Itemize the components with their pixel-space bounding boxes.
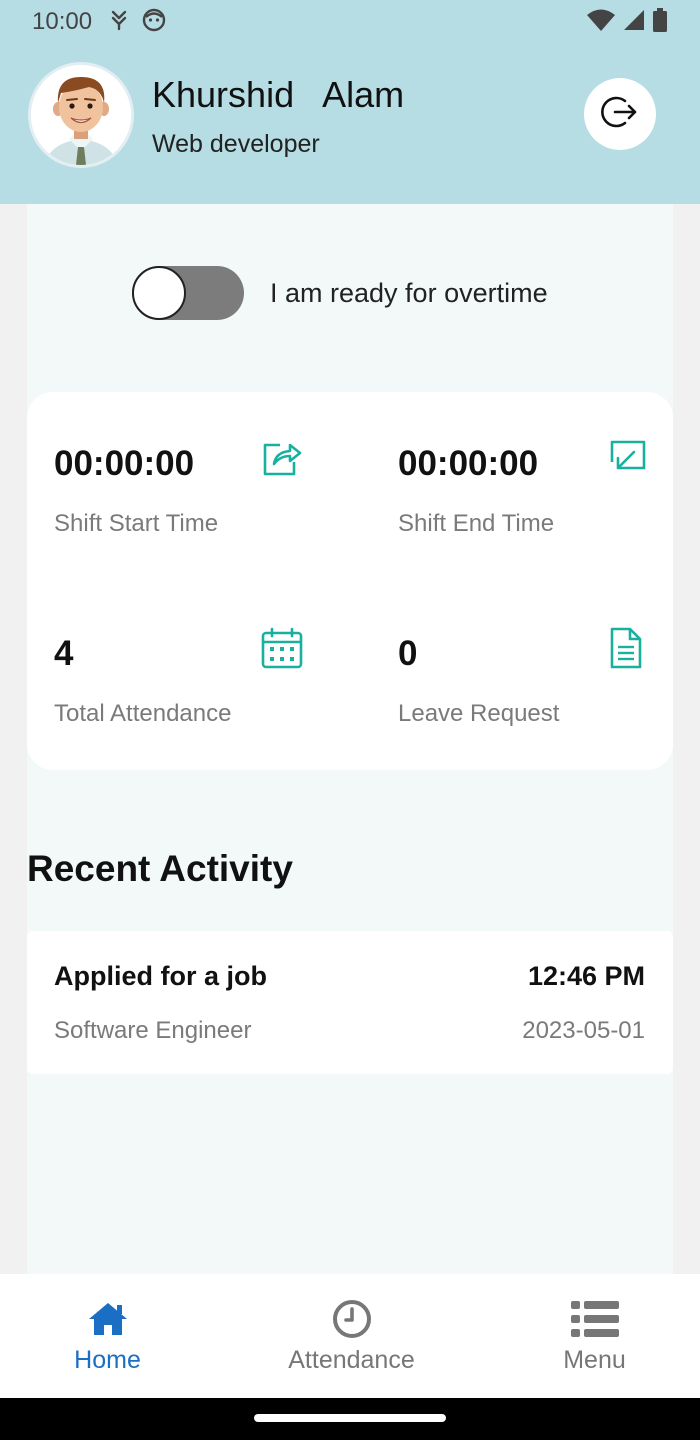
- stat-shift-start[interactable]: 00:00:00 Shift Start Time: [54, 443, 334, 564]
- nav-label: Menu: [563, 1346, 626, 1374]
- stat-shift-end[interactable]: 00:00:00 Shift End Time: [398, 440, 678, 564]
- user-last-name: Alam: [322, 74, 405, 115]
- status-bar: 10:00: [0, 0, 700, 44]
- battery-icon: [652, 7, 668, 38]
- overtime-toggle[interactable]: [132, 266, 244, 320]
- status-time: 10:00: [32, 8, 93, 35]
- recent-activity-title: Recent Activity: [27, 848, 293, 889]
- stat-total-attendance[interactable]: 4 Total Attendance: [54, 627, 334, 754]
- stat-value: 00:00:00: [398, 444, 539, 483]
- activity-time: 12:46 PM: [527, 961, 645, 991]
- nav-home[interactable]: Home: [0, 1274, 224, 1398]
- user-first-name: Khurshid: [152, 74, 295, 115]
- share-in-icon: [604, 436, 648, 480]
- status-right-icons: [586, 7, 668, 38]
- bottom-nav: Home Attendance Menu: [0, 1274, 700, 1398]
- clock-icon: [332, 1298, 372, 1340]
- user-name: Khurshid Alam: [152, 74, 404, 116]
- stats-card: 00:00:00 Shift Start Time 00:00:00 Shift…: [27, 392, 673, 770]
- user-role: Web developer: [152, 130, 320, 158]
- main-content: I am ready for overtime 00:00:00 Shift S…: [27, 204, 673, 1274]
- nav-attendance[interactable]: Attendance: [235, 1274, 468, 1398]
- status-left-icons: [110, 8, 166, 37]
- calendar-icon: [260, 626, 304, 670]
- activity-subtitle: Software Engineer: [54, 1017, 252, 1044]
- stat-label: Total Attendance: [54, 700, 232, 727]
- toggle-knob: [132, 266, 186, 320]
- stat-label: Shift Start Time: [54, 510, 219, 537]
- activity-date: 2023-05-01: [522, 1017, 645, 1044]
- gesture-handle[interactable]: [254, 1414, 446, 1422]
- stat-value: 0: [398, 634, 418, 673]
- logout-button[interactable]: [584, 78, 656, 150]
- stat-leave-request[interactable]: 0 Leave Request: [398, 627, 678, 754]
- activity-title: Applied for a job: [54, 961, 267, 991]
- signal-icon: [622, 8, 646, 37]
- share-out-icon: [260, 436, 304, 480]
- stat-value: 00:00:00: [54, 444, 195, 483]
- wifi-icon: [586, 8, 616, 37]
- list-menu-icon: [570, 1298, 619, 1340]
- data-saver-icon: [110, 9, 128, 36]
- stat-label: Leave Request: [398, 700, 560, 727]
- stat-value: 4: [54, 634, 74, 673]
- nav-label: Home: [74, 1346, 141, 1374]
- overtime-label: I am ready for overtime: [270, 277, 548, 308]
- gesture-bar: [0, 1398, 700, 1440]
- stat-label: Shift End Time: [398, 510, 555, 537]
- document-icon: [604, 626, 648, 670]
- overtime-row: I am ready for overtime: [132, 266, 548, 320]
- nav-label: Attendance: [288, 1346, 415, 1374]
- nav-menu[interactable]: Menu: [478, 1274, 700, 1398]
- logout-icon: [601, 93, 639, 136]
- home-icon: [87, 1298, 129, 1340]
- avatar[interactable]: [28, 62, 134, 168]
- activity-item[interactable]: Applied for a job Software Engineer 12:4…: [27, 931, 673, 1074]
- face-icon: [142, 8, 166, 37]
- avatar-illustration: [31, 65, 131, 165]
- profile-header: Khurshid Alam Web developer: [0, 44, 700, 204]
